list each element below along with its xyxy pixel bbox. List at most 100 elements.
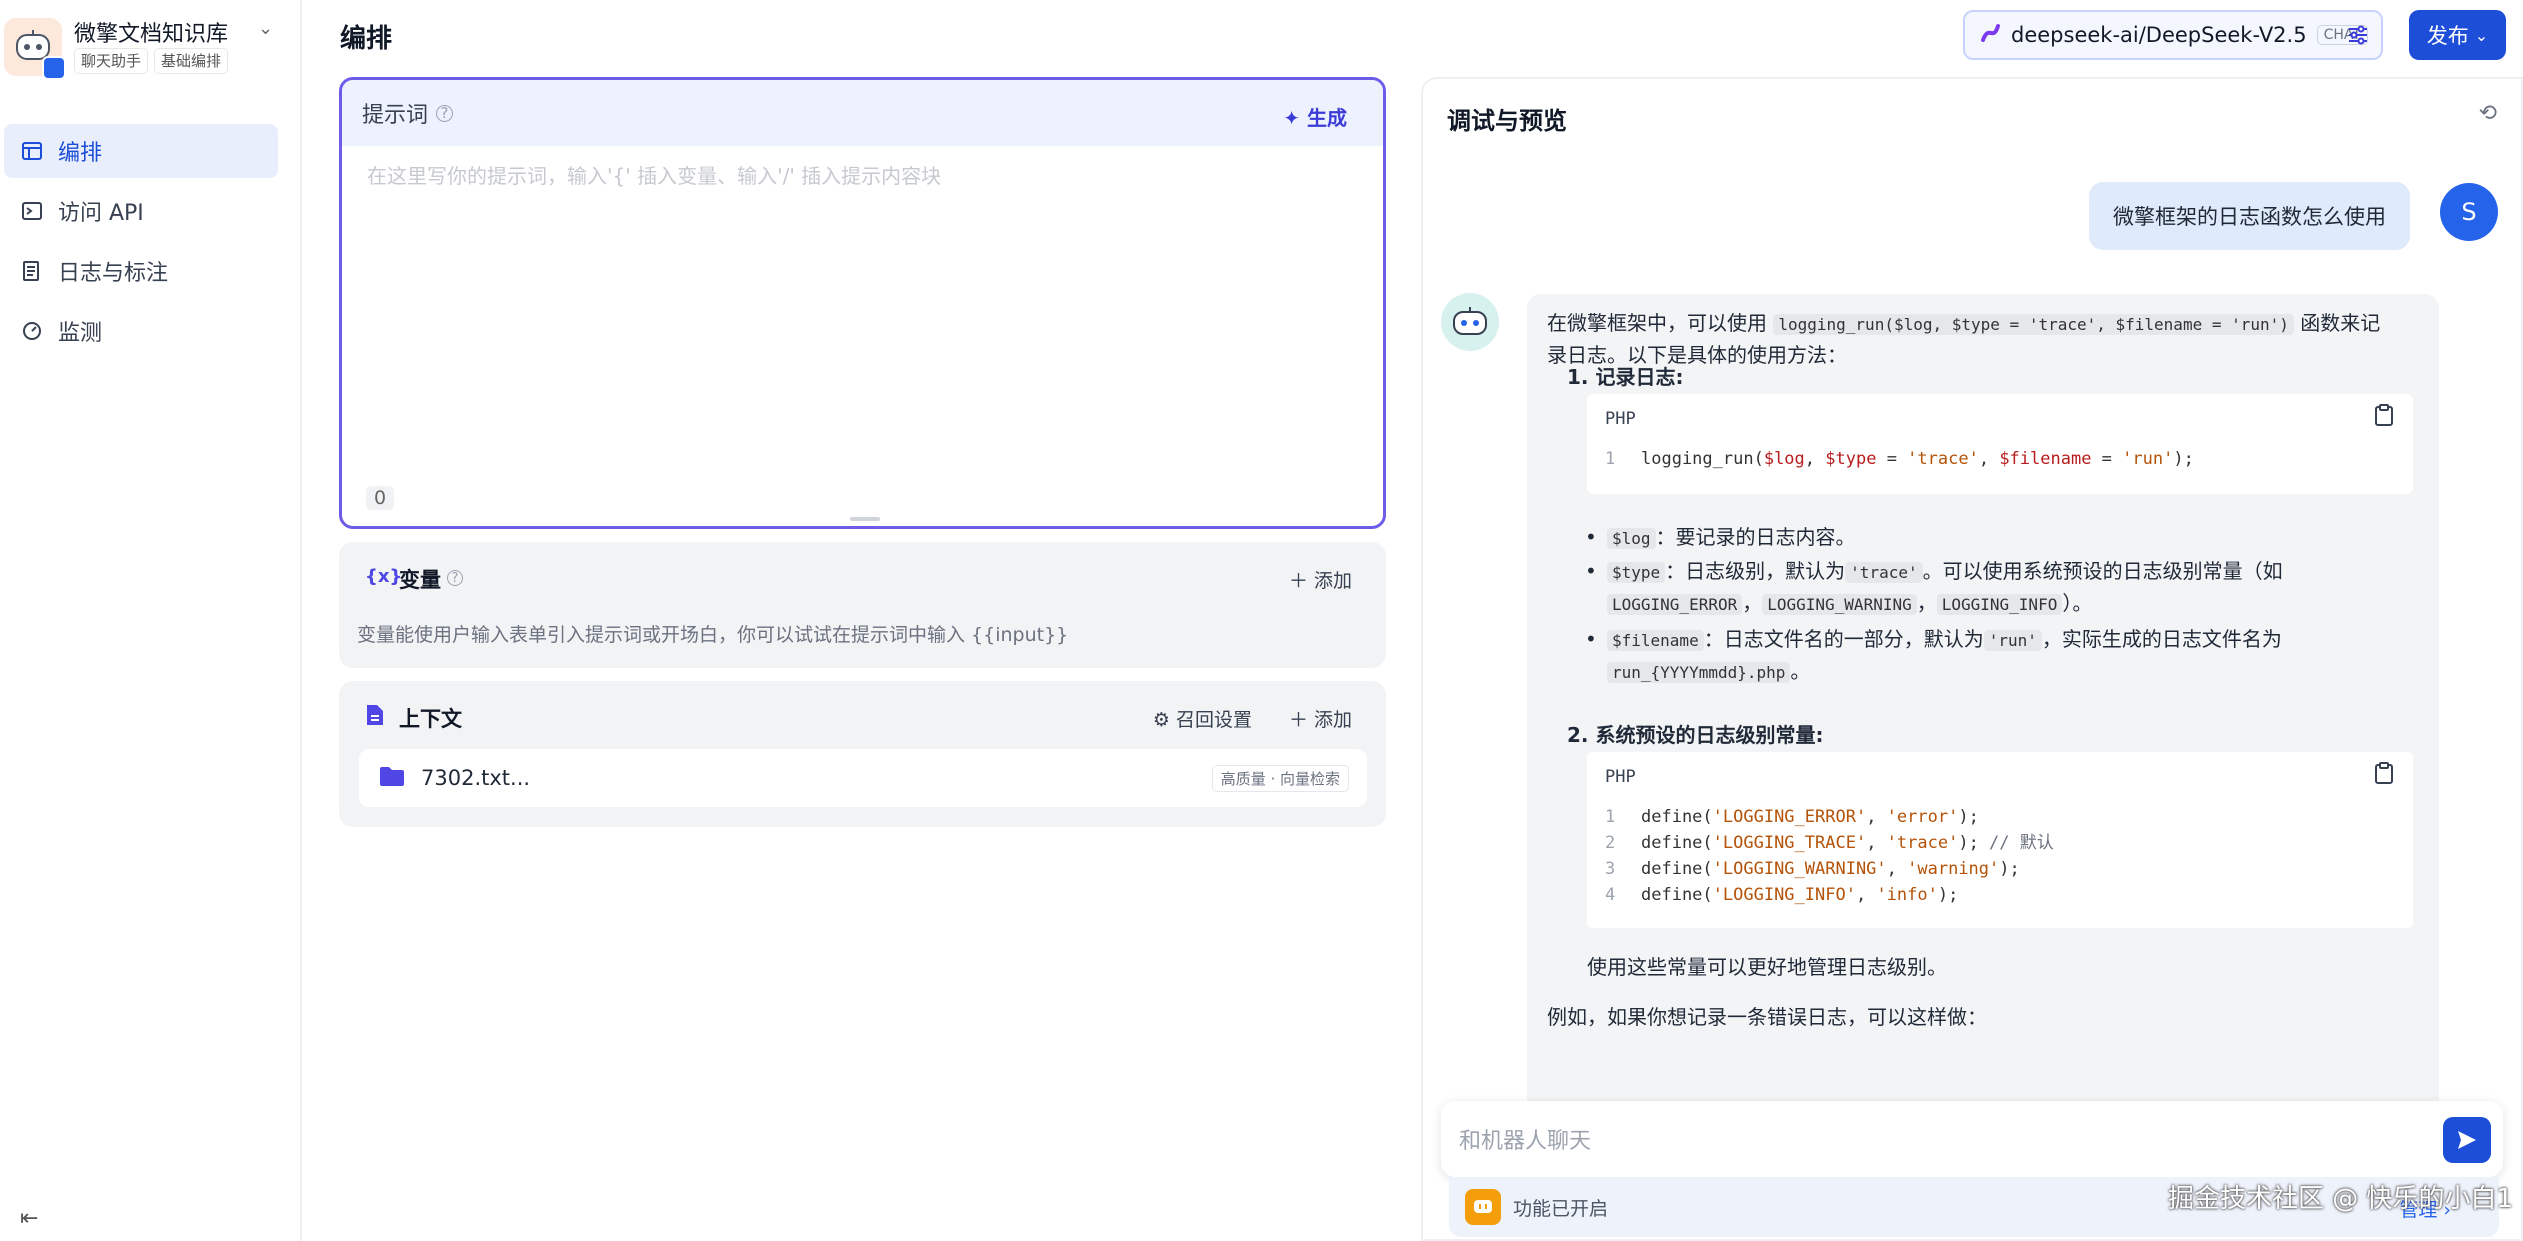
folder-icon	[379, 765, 405, 792]
inline-code: run_{YYYYmmdd}.php	[1607, 662, 1791, 683]
help-icon[interactable]: ?	[447, 570, 463, 586]
code-token: =	[2091, 449, 2123, 469]
document-icon	[20, 259, 44, 283]
heading-text: 系统预设的日志级别常量	[1595, 723, 1816, 747]
resize-handle[interactable]	[850, 517, 880, 521]
code-token: 'LOGGING_INFO'	[1712, 885, 1856, 905]
code-token: 'info'	[1876, 885, 1938, 905]
publish-label: 发布	[2426, 24, 2469, 48]
list-heading: 1. 记录日志:	[1567, 365, 1684, 389]
generate-button[interactable]: ✦ 生成	[1283, 102, 1347, 131]
settings-sliders-icon: ⚙	[1152, 709, 1176, 731]
file-icon	[365, 703, 385, 732]
recall-settings-button[interactable]: ⚙ 召回设置	[1153, 705, 1252, 732]
prompt-editor-card: 提示词 ? ✦ 生成 在这里写你的提示词，输入'{' 插入变量、输入'/' 插入…	[339, 77, 1386, 529]
app-tag: 聊天助手	[74, 48, 149, 74]
publish-button[interactable]: 发布 ⌄	[2409, 10, 2506, 60]
inline-code: $log	[1607, 528, 1656, 549]
sidebar-item-logs[interactable]: 日志与标注	[4, 244, 278, 298]
add-label: 添加	[1313, 570, 1352, 592]
paragraph: 使用这些常量可以更好地管理日志级别。	[1587, 955, 1947, 979]
code-token: 'LOGGING_TRACE'	[1712, 833, 1867, 853]
code-token: =	[1876, 449, 1908, 469]
prompt-input[interactable]: 在这里写你的提示词，输入'{' 插入变量、输入'/' 插入提示内容块	[367, 160, 941, 189]
code-language: PHP	[1605, 409, 1636, 429]
code-token: define(	[1641, 859, 1713, 879]
code-token: ,	[1978, 449, 2000, 469]
text: ）。	[2062, 591, 2093, 615]
chevron-down-icon: ⌄	[2474, 25, 2489, 45]
text: 在微擎框架中，可以使用	[1547, 311, 1767, 335]
app-header[interactable]: 微擎文档知识库 ⌄ 聊天助手 基础编排	[0, 12, 302, 82]
variables-description: 变量能使用户输入表单引入提示词或开场白，你可以试试在提示词中输入 {{input…	[357, 624, 1069, 646]
chat-badge-icon	[42, 56, 66, 80]
inline-code: LOGGING_INFO	[1936, 594, 2063, 615]
feature-text: 功能已开启	[1513, 1197, 1609, 1220]
settings-sliders-icon[interactable]	[2347, 24, 2369, 51]
add-variable-button[interactable]: ＋ 添加	[1289, 566, 1352, 593]
add-context-button[interactable]: ＋ 添加	[1289, 705, 1352, 732]
sparkle-icon: ✦	[1283, 106, 1307, 130]
page-title: 编排	[340, 24, 393, 54]
bot-message: 在微擎框架中，可以使用 logging_run($log, $type = 't…	[1527, 294, 2439, 1164]
model-name: deepseek-ai/DeepSeek-V2.5	[2011, 23, 2307, 47]
inline-code: LOGGING_WARNING	[1762, 594, 1917, 615]
user-message: 微擎框架的日志函数怎么使用	[2089, 182, 2410, 250]
inline-code: logging_run($log, $type = 'trace', $file…	[1773, 314, 2294, 335]
clipboard-icon[interactable]	[2375, 404, 2393, 435]
code-token: define(	[1641, 833, 1713, 853]
chat-input[interactable]: 和机器人聊天	[1441, 1101, 2503, 1177]
inline-code: 'trace'	[1845, 562, 1923, 583]
help-icon[interactable]: ?	[436, 104, 454, 122]
refresh-icon[interactable]: ⟲	[2479, 101, 2497, 126]
inline-code: LOGGING_ERROR	[1607, 594, 1743, 615]
generate-label: 生成	[1307, 106, 1347, 130]
model-icon	[1979, 22, 2001, 49]
text: 。可以使用系统预设的日志级别常量（如	[1922, 559, 2283, 583]
code-block: PHP 1 logging_run($log, $type = 'trace', …	[1587, 394, 2413, 494]
sidebar-item-label: 监测	[58, 321, 103, 346]
sidebar-item-monitor[interactable]: 监测	[4, 304, 278, 358]
app-tag: 基础编排	[154, 48, 229, 74]
code-token: $log	[1763, 449, 1805, 469]
debug-preview-panel: 调试与预览 ⟲ 微擎框架的日志函数怎么使用 S 在微擎框架中，可以使用 logg…	[1421, 77, 2523, 1241]
text: ：要记录的日志内容。	[1655, 525, 1856, 549]
code-comment: // 默认	[1978, 833, 2054, 853]
sidebar-item-label: 日志与标注	[58, 261, 169, 286]
code-line: 2 define('LOGGING_TRACE', 'trace'); // 默认	[1605, 833, 2054, 853]
text: ：日志文件名的一部分，默认为	[1703, 627, 1984, 651]
debug-title: 调试与预览	[1447, 107, 1567, 135]
text: ，实际生成的日志文件名为	[2041, 627, 2282, 651]
text: 函数来记	[2300, 311, 2381, 335]
code-token: 'run'	[2122, 449, 2174, 469]
sidebar-item-orchestrate[interactable]: 编排	[4, 124, 278, 178]
sidebar-item-label: 编排	[58, 141, 103, 166]
code-token: define(	[1641, 885, 1713, 905]
dataset-item[interactable]: 7302.txt... 高质量 · 向量检索	[359, 749, 1367, 807]
model-selector[interactable]: deepseek-ai/DeepSeek-V2.5 CHAT	[1963, 10, 2383, 60]
heading-text: 记录日志	[1595, 365, 1676, 389]
variable-icon: {x}	[365, 566, 403, 587]
collapse-sidebar-icon[interactable]: ⇤	[20, 1206, 38, 1231]
retrieval-tag: 高质量 · 向量检索	[1211, 765, 1349, 792]
code-language: PHP	[1605, 767, 1636, 787]
recall-label: 召回设置	[1175, 709, 1252, 731]
code-token: 'LOGGING_WARNING'	[1712, 859, 1887, 879]
chevron-down-icon[interactable]: ⌄	[258, 18, 273, 39]
code-token: logging_run(	[1641, 449, 1764, 469]
layout-icon	[20, 139, 44, 163]
code-token: 'trace'	[1907, 449, 1979, 469]
add-label: 添加	[1313, 709, 1352, 731]
clipboard-icon[interactable]	[2375, 762, 2393, 793]
send-button[interactable]	[2443, 1117, 2491, 1163]
variables-title: 变量	[399, 568, 441, 592]
prompt-title: 提示词	[362, 103, 429, 128]
app-name: 微擎文档知识库	[74, 22, 229, 47]
prompt-header: 提示词 ? ✦ 生成	[342, 80, 1383, 146]
paragraph: 例如，如果你想记录一条错误日志，可以这样做：	[1547, 1005, 1987, 1029]
code-token: 'warning'	[1907, 859, 2000, 879]
sidebar-item-api[interactable]: 访问 API	[4, 184, 278, 238]
char-counter: 0	[366, 486, 395, 510]
list-item: $log：要记录的日志内容。	[1585, 522, 1856, 554]
list-item: $type：日志级别，默认为'trace'。可以使用系统预设的日志级别常量（如L…	[1585, 556, 2387, 620]
